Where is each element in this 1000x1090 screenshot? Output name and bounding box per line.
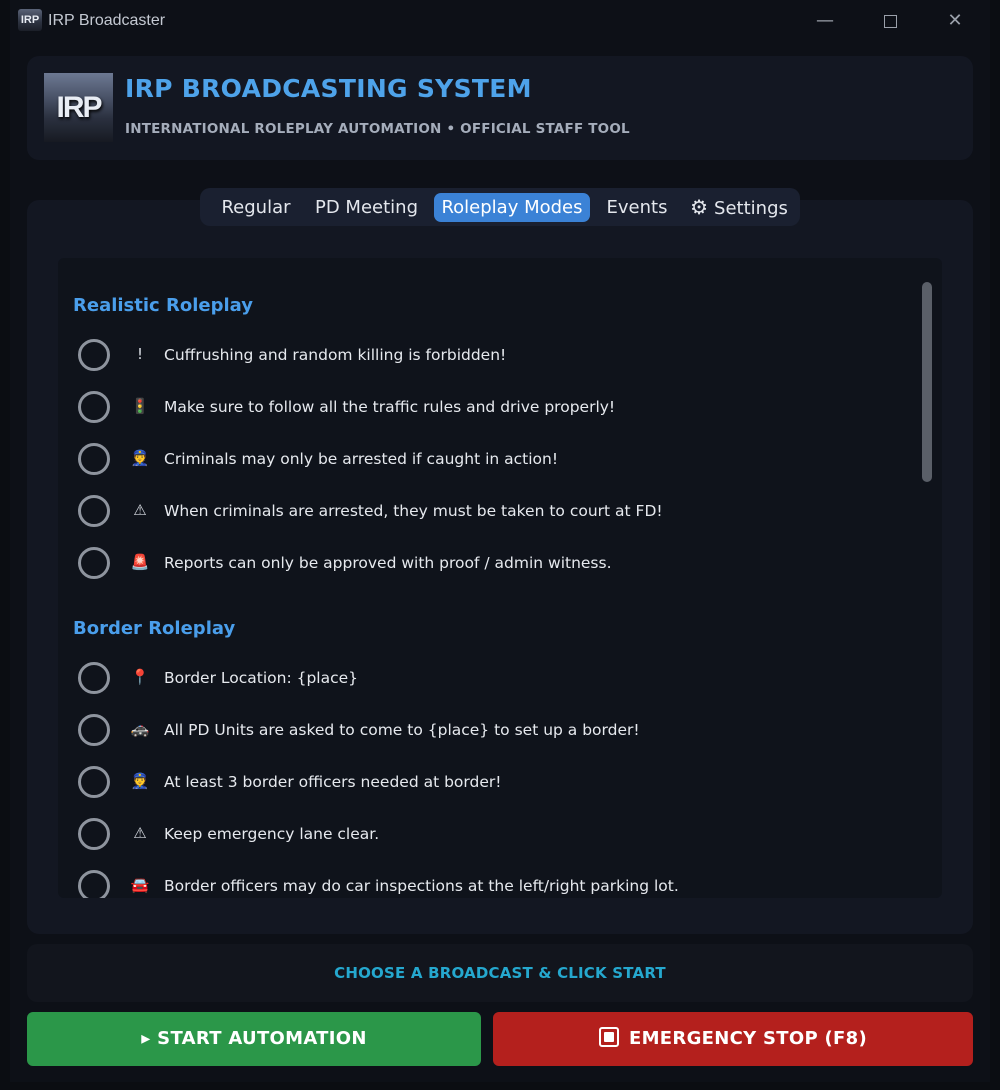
tab-settings-label: Settings [714,198,788,219]
list-scrollbar[interactable] [922,282,932,482]
tab-roleplay-modes[interactable]: Roleplay Modes [434,193,590,222]
item-label: Keep emergency lane clear. [164,825,380,843]
emergency-stop-button[interactable]: EMERGENCY STOP (F8) [493,1012,973,1066]
broadcast-list[interactable]: Realistic Roleplay ! Cuffrushing and ran… [58,258,942,898]
tab-events[interactable]: Events [598,193,676,222]
list-item[interactable]: 🚘 Border officers may do car inspections… [78,870,898,898]
app-subheading: INTERNATIONAL ROLEPLAY AUTOMATION • OFFI… [125,121,630,137]
item-label: When criminals are arrested, they must b… [164,502,663,520]
status-bar: CHOOSE A BROADCAST & CLICK START [27,944,973,1002]
radio-button[interactable] [78,391,110,423]
radio-button[interactable] [78,662,110,694]
police-car-icon: 🚓 [130,720,150,738]
maximize-button[interactable] [870,6,910,36]
list-item[interactable]: 🚦 Make sure to follow all the traffic ru… [78,391,898,425]
app-icon: IRP [18,9,42,31]
app-window: IRP IRP Broadcaster — ✕ IRP IRP BROADCAS… [10,0,990,1082]
item-label: Border officers may do car inspections a… [164,877,679,895]
emergency-stop-label: EMERGENCY STOP (F8) [629,1028,867,1049]
section-title: Realistic Roleplay [73,295,253,316]
police-officer-icon: 👮 [130,449,150,467]
radio-button[interactable] [78,443,110,475]
title-bar[interactable]: IRP IRP Broadcaster — ✕ [10,0,990,44]
list-item[interactable]: ! Cuffrushing and random killing is forb… [78,339,898,373]
section-title: Border Roleplay [73,618,236,639]
warning-icon: ⚠ [133,824,147,842]
maximize-icon [883,14,897,28]
header-card: IRP IRP BROADCASTING SYSTEM INTERNATIONA… [27,56,973,160]
pin-icon: 📍 [130,668,150,686]
radio-button[interactable] [78,495,110,527]
radio-button[interactable] [78,339,110,371]
tab-bar: Regular PD Meeting Roleplay Modes Events… [200,188,800,226]
item-label: Border Location: {place} [164,669,359,687]
window-title: IRP Broadcaster [48,12,166,29]
item-label: Make sure to follow all the traffic rule… [164,398,616,416]
item-label: Cuffrushing and random killing is forbid… [164,346,507,364]
item-label: Reports can only be approved with proof … [164,554,612,572]
list-item[interactable]: 🚓 All PD Units are asked to come to {pla… [78,714,898,748]
radio-button[interactable] [78,766,110,798]
exclamation-icon: ! [136,345,143,363]
list-item[interactable]: 👮 Criminals may only be arrested if caug… [78,443,898,477]
warning-icon: ⚠ [133,501,147,519]
tab-regular[interactable]: Regular [210,193,302,222]
item-label: All PD Units are asked to come to {place… [164,721,640,739]
close-button[interactable]: ✕ [935,6,975,36]
irp-logo: IRP [44,73,113,142]
siren-icon: 🚨 [130,553,150,571]
traffic-light-icon: 🚦 [130,397,150,415]
minimize-button[interactable]: — [805,6,845,36]
list-item[interactable]: ⚠ When criminals are arrested, they must… [78,495,898,529]
item-label: At least 3 border officers needed at bor… [164,773,502,791]
radio-button[interactable] [78,714,110,746]
gear-icon: ⚙ [690,195,709,219]
stop-icon [599,1027,619,1047]
police-officer-icon: 👮 [130,772,150,790]
start-automation-button[interactable]: ▸ START AUTOMATION [27,1012,481,1066]
list-item[interactable]: 🚨 Reports can only be approved with proo… [78,547,898,581]
radio-button[interactable] [78,818,110,850]
tab-settings[interactable]: ⚙ Settings [686,193,792,222]
tab-pd-meeting[interactable]: PD Meeting [308,193,425,222]
list-item[interactable]: 👮 At least 3 border officers needed at b… [78,766,898,800]
list-item[interactable]: 📍 Border Location: {place} [78,662,898,696]
radio-button[interactable] [78,547,110,579]
app-heading: IRP BROADCASTING SYSTEM [125,74,532,103]
list-item[interactable]: ⚠ Keep emergency lane clear. [78,818,898,852]
radio-button[interactable] [78,870,110,898]
car-icon: 🚘 [130,876,150,894]
item-label: Criminals may only be arrested if caught… [164,450,559,468]
